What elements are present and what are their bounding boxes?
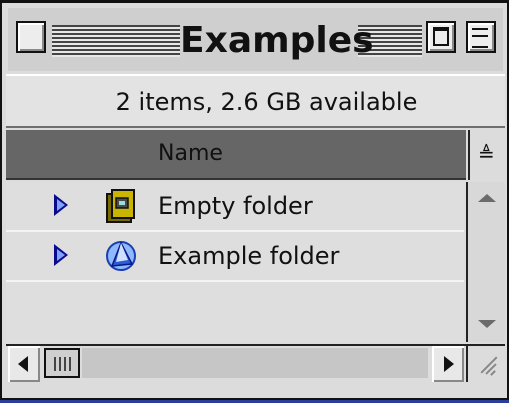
disclosure-triangle-icon[interactable]	[54, 194, 68, 216]
grow-box-icon[interactable]	[466, 344, 505, 382]
close-box-icon[interactable]	[16, 21, 46, 53]
title-bar[interactable]: Examples	[8, 8, 503, 71]
scroll-thumb[interactable]	[44, 348, 80, 378]
list-item[interactable]: Empty folder	[6, 182, 464, 232]
vertical-scrollbar[interactable]	[466, 182, 505, 342]
empty-row	[6, 282, 464, 332]
column-header-label: Name	[158, 141, 223, 166]
scroll-up-arrow-icon[interactable]	[468, 182, 505, 216]
window-title: Examples	[180, 19, 374, 62]
globe-folder-icon	[106, 241, 136, 271]
windowshade-box-icon[interactable]	[466, 21, 496, 53]
list-item[interactable]: Example folder	[6, 232, 464, 282]
scroll-track[interactable]	[82, 348, 428, 378]
scroll-right-arrow-icon[interactable]	[432, 346, 464, 382]
item-label: Empty folder	[158, 192, 313, 220]
column-header-name[interactable]: Name	[6, 130, 466, 180]
file-list: Empty folder Example folder	[6, 182, 464, 342]
folder-icon	[106, 189, 135, 223]
scroll-down-arrow-icon[interactable]	[468, 308, 505, 342]
scroll-left-arrow-icon[interactable]	[8, 346, 40, 382]
sort-direction-icon: ≜	[478, 142, 495, 166]
finder-window: Examples 2 items, 2.6 GB available Name …	[0, 0, 509, 400]
items-available-text: 2 items, 2.6 GB available	[115, 88, 418, 116]
disclosure-triangle-icon[interactable]	[54, 244, 68, 266]
horizontal-scrollbar[interactable]	[6, 344, 466, 382]
zoom-box-icon[interactable]	[426, 21, 456, 53]
sort-direction-button[interactable]: ≜	[468, 130, 505, 180]
item-label: Example folder	[158, 242, 340, 270]
window-info-header: 2 items, 2.6 GB available	[6, 74, 505, 128]
